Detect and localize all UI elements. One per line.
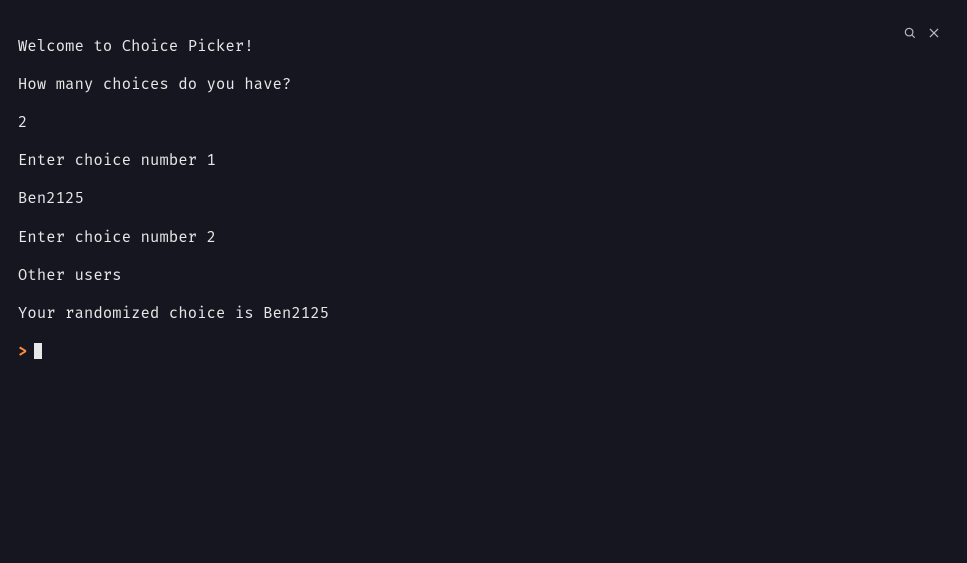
terminal-line: How many choices do you have?: [18, 75, 949, 94]
terminal-cursor: [34, 343, 42, 359]
terminal-line: 2: [18, 113, 949, 132]
prompt-symbol: >: [18, 342, 27, 361]
terminal-line: Enter choice number 2: [18, 228, 949, 247]
terminal-line: Welcome to Choice Picker!: [18, 37, 949, 56]
terminal-prompt-line[interactable]: >: [18, 342, 949, 361]
terminal-line: Other users: [18, 266, 949, 285]
titlebar-controls: [903, 26, 941, 40]
terminal-line: Enter choice number 1: [18, 151, 949, 170]
terminal-window: Welcome to Choice Picker! How many choic…: [8, 8, 959, 553]
terminal-line: Ben2125: [18, 189, 949, 208]
terminal-line: Your randomized choice is Ben2125: [18, 304, 949, 323]
search-icon[interactable]: [903, 26, 917, 40]
terminal-output[interactable]: Welcome to Choice Picker! How many choic…: [8, 8, 959, 409]
close-icon[interactable]: [927, 26, 941, 40]
